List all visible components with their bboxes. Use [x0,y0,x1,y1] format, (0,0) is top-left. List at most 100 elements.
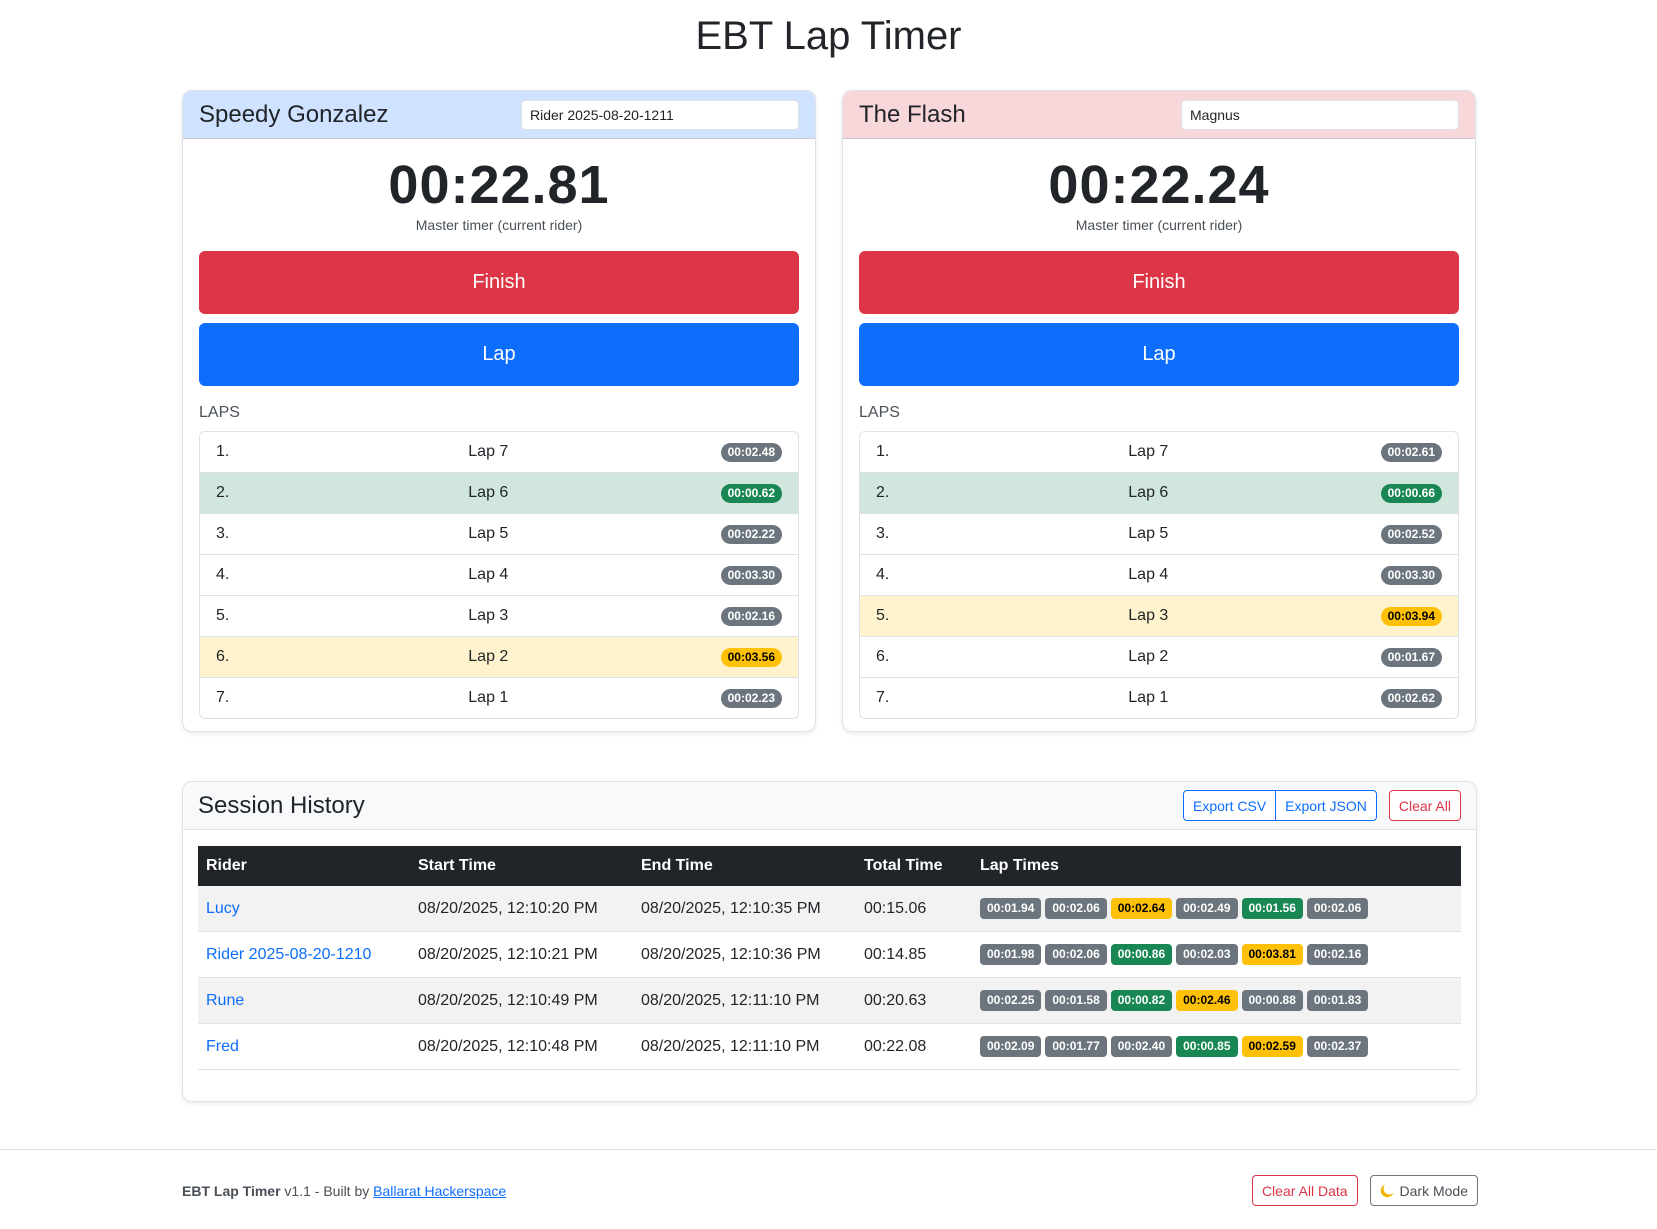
lap-time-badge: 00:02.23 [720,688,782,708]
table-row: Rune 08/20/2025, 12:10:49 PM 08/20/2025, 1… [198,977,1461,1024]
clear-all-button[interactable]: Clear All [1388,790,1461,821]
lap-time-badge: 00:00.66 [1380,483,1442,503]
export-json-button[interactable]: Export JSON [1275,790,1377,821]
laps-list: 1. Lap 7 00:02.61 2. Lap 6 00:00.66 3. Lap 5 00:… [859,431,1459,719]
lap-number: 2. [216,484,230,501]
session-history-header: Session History Export CSV Export JSON C… [183,782,1476,830]
lap-time-badge: 00:02.25 [980,990,1042,1011]
finish-button[interactable]: Finish [199,251,799,314]
lap-time-badge: 00:02.06 [1045,944,1107,965]
end-time-cell: 08/20/2025, 12:11:10 PM [633,977,856,1024]
session-history-title: Session History [198,791,365,819]
lap-time-badge: 00:01.77 [1045,1036,1107,1057]
lap-row: 6. Lap 2 00:01.67 [860,636,1458,677]
lap-row: 2. Lap 6 00:00.66 [860,472,1458,513]
lap-row: 1. Lap 7 00:02.61 [860,432,1458,472]
lap-badges: 00:01.98 00:02.06 00:00.86 00:02.03 00:03.81… [980,944,1453,965]
lap-time-badge: 00:01.83 [1306,990,1369,1011]
start-time-cell: 08/20/2025, 12:10:20 PM [410,886,633,932]
total-time-cell: 00:20.63 [856,977,972,1024]
lap-label: Lap 3 [1128,607,1169,624]
lap-time-badge: 00:00.82 [1110,990,1173,1011]
export-csv-button[interactable]: Export CSV [1183,790,1277,821]
lap-time-badge: 00:02.52 [1380,524,1442,544]
lap-time-badge: 00:02.48 [720,442,782,462]
end-time-cell: 08/20/2025, 12:10:36 PM [633,931,856,978]
lap-label: Lap 5 [468,525,509,542]
total-time-cell: 00:14.85 [856,931,972,978]
lap-row: 7. Lap 1 00:02.23 [200,677,798,718]
laps-list: 1. Lap 7 00:02.48 2. Lap 6 00:00.62 3. Lap 5 00:… [199,431,799,719]
lap-time-badge: 00:02.62 [1380,688,1442,708]
rider-name-input[interactable] [1181,99,1459,130]
lap-number: 4. [876,566,890,583]
lap-button[interactable]: Lap [859,323,1459,386]
rider-cell: Rune [198,977,410,1024]
lap-row: 7. Lap 1 00:02.62 [860,677,1458,718]
rider-card-header: The Flash [843,91,1475,139]
lap-time-badge: 00:03.81 [1241,944,1303,965]
lap-button[interactable]: Lap [199,323,799,386]
column-header-total-time: Total Time [856,846,972,886]
lap-label: Lap 7 [1128,443,1169,460]
rider-name-input[interactable] [521,99,799,130]
lap-row: 2. Lap 6 00:00.62 [200,472,798,513]
lap-times-cell: 00:01.98 00:02.06 00:00.86 00:02.03 00:03.81… [972,931,1461,978]
end-time-cell: 08/20/2025, 12:10:35 PM [633,886,856,932]
lap-time-badge: 00:02.03 [1176,944,1238,965]
lap-time-badge: 00:02.64 [1110,898,1173,919]
lap-time-badge: 00:02.16 [1306,944,1369,965]
lap-label: Lap 6 [468,484,509,501]
footer-actions: Clear All Data Dark Mode [1251,1175,1478,1206]
lap-label: Lap 3 [468,607,509,624]
lap-time-badge: 00:02.61 [1380,442,1442,462]
ballarat-hackerspace-link[interactable]: Ballarat Hackerspace [373,1183,506,1199]
total-time-cell: 00:15.06 [856,886,972,932]
lap-times-cell: 00:02.25 00:01.58 00:00.82 00:02.46 00:00.88… [972,977,1461,1024]
rider-title: Speedy Gonzalez [199,100,389,128]
dark-mode-button[interactable]: Dark Mode [1369,1175,1478,1206]
lap-time-badge: 00:00.86 [1110,944,1173,965]
lap-time-badge: 00:00.85 [1176,1036,1238,1057]
lap-label: Lap 1 [1128,689,1169,706]
lap-time-badge: 00:01.56 [1241,898,1303,919]
lap-badges: 00:02.25 00:01.58 00:00.82 00:02.46 00:00.88… [980,990,1453,1011]
column-header-rider: Rider [198,846,410,886]
rider-link[interactable]: Rider 2025-08-20-1210 [206,946,371,963]
rider-cell: Rider 2025-08-20-1210 [198,931,410,978]
lap-row: 3. Lap 5 00:02.52 [860,513,1458,554]
lap-row: 6. Lap 2 00:03.56 [200,636,798,677]
lap-time-badge: 00:02.37 [1306,1036,1369,1057]
laps-heading: LAPS [199,404,240,421]
lap-times-cell: 00:02.09 00:01.77 00:02.40 00:00.85 00:02.59… [972,1023,1461,1070]
rider-card-2: The Flash 00:22.24 Master timer (current… [842,90,1476,732]
rider-link[interactable]: Fred [206,1038,239,1055]
clear-all-data-button[interactable]: Clear All Data [1251,1175,1358,1206]
lap-number: 5. [876,607,890,624]
app-title: EBT Lap Timer [695,14,962,58]
lap-time-badge: 00:01.98 [980,944,1042,965]
lap-time-badge: 00:00.62 [720,483,782,503]
rider-link[interactable]: Lucy [206,900,240,917]
history-actions: Export CSV Export JSON Clear All [1183,790,1461,821]
lap-number: 1. [216,443,230,460]
lap-number: 6. [876,648,890,665]
lap-number: 2. [876,484,890,501]
footer-text: EBT Lap Timer v1.1 - Built by Ballarat H… [182,1183,506,1199]
lap-time-badge: 00:02.49 [1176,898,1238,919]
table-row: Lucy 08/20/2025, 12:10:20 PM 08/20/2025, 1… [198,886,1461,932]
rider-link[interactable]: Rune [206,992,244,1009]
lap-time-badge: 00:02.22 [720,524,782,544]
footer-app-name: EBT Lap Timer [182,1183,281,1199]
master-timer: 00:22.24 [1048,155,1270,215]
lap-time-badge: 00:02.06 [1045,898,1107,919]
master-timer: 00:22.81 [388,155,610,215]
lap-time-badge: 00:02.09 [980,1036,1042,1057]
lap-number: 5. [216,607,230,624]
finish-button[interactable]: Finish [859,251,1459,314]
lap-label: Lap 5 [1128,525,1169,542]
lap-number: 6. [216,648,230,665]
lap-time-badge: 00:02.46 [1176,990,1238,1011]
lap-time-badge: 00:03.56 [720,647,782,667]
lap-number: 4. [216,566,230,583]
